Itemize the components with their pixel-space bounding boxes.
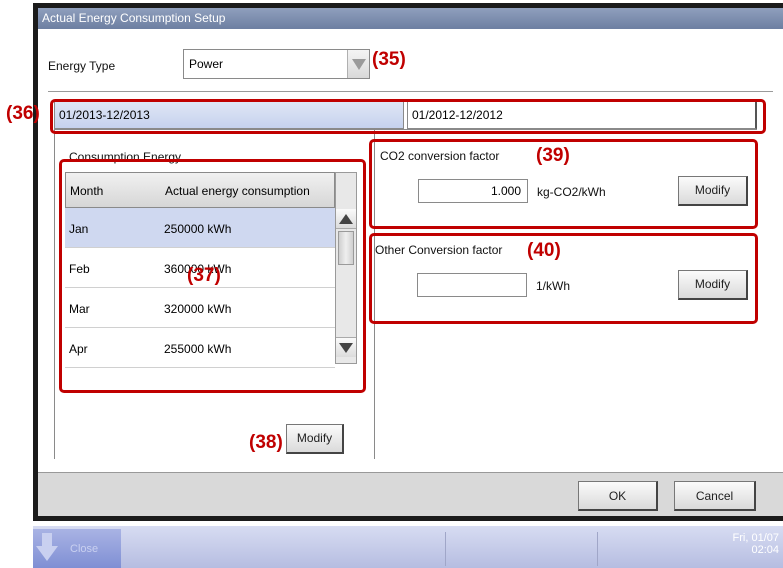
- consumption-modify-button[interactable]: Modify: [286, 424, 344, 454]
- ok-button[interactable]: OK: [578, 481, 658, 511]
- annotation-35: (35): [372, 49, 406, 70]
- taskbar-clock: Fri, 01/07 02:04: [733, 532, 779, 556]
- annotation-38: (38): [249, 432, 283, 453]
- energy-type-label: Energy Type: [48, 59, 116, 73]
- energy-type-dropdown-button[interactable]: [347, 50, 369, 78]
- taskbar: [33, 526, 783, 568]
- cancel-button[interactable]: Cancel: [674, 481, 756, 511]
- taskbar-divider: [597, 532, 598, 566]
- annotation-box-36: [50, 99, 766, 134]
- divider: [48, 91, 773, 92]
- chevron-down-icon: [352, 59, 366, 70]
- annotation-box-40: [369, 233, 758, 324]
- energy-type-select[interactable]: Power: [183, 49, 370, 79]
- taskbar-time: 02:04: [751, 544, 779, 556]
- arrow-down-icon: [36, 533, 58, 561]
- annotation-39: (39): [536, 145, 570, 166]
- annotation-36: (36): [6, 103, 40, 124]
- annotation-37: (37): [187, 265, 221, 286]
- close-label: Close: [70, 543, 99, 555]
- taskbar-divider: [445, 532, 446, 566]
- close-button[interactable]: Close: [33, 529, 121, 568]
- panel-left-border: [54, 129, 55, 459]
- dialog-footer: OK Cancel: [38, 472, 783, 516]
- annotation-40: (40): [527, 240, 561, 261]
- window-title: Actual Energy Consumption Setup: [38, 8, 783, 29]
- taskbar-date: Fri, 01/07: [732, 532, 779, 544]
